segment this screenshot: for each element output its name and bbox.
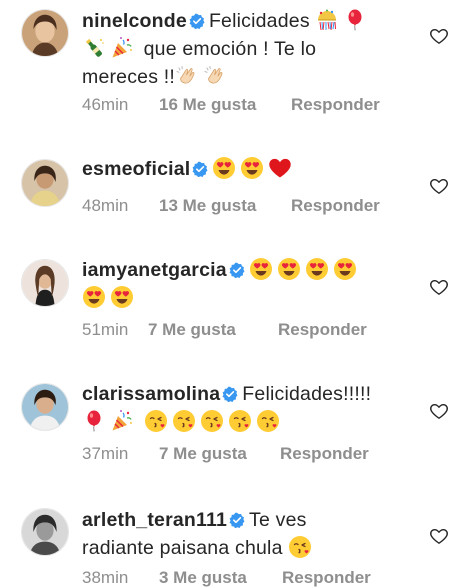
party-popper-emoji	[110, 409, 134, 433]
kissing-heart-emoji	[256, 409, 280, 433]
comment-body-text: mereces !!	[82, 66, 176, 88]
kissing-heart-emoji	[228, 409, 252, 433]
comment-text: esmeoficial	[82, 155, 407, 183]
comment-meta: 37min 7 Me gusta Responder	[82, 444, 369, 464]
comment-meta: 38min 3 Me gusta Responder	[82, 568, 371, 588]
heart-eyes-emoji	[249, 257, 273, 281]
comment-text: ninelconde Felicidades que emoción ! Te l…	[82, 7, 407, 91]
clapping-hands-emoji	[175, 64, 199, 88]
verified-icon	[189, 13, 205, 29]
likes-count[interactable]: 16 Me gusta	[159, 95, 291, 115]
heart-eyes-emoji	[240, 156, 264, 180]
comment-text: iamyanetgarcia	[82, 256, 407, 312]
heart-eyes-emoji	[333, 257, 357, 281]
comment-username[interactable]: iamyanetgarcia	[82, 259, 227, 281]
balloon-emoji	[82, 409, 106, 433]
reply-button[interactable]: Responder	[280, 444, 369, 464]
verified-icon	[222, 386, 238, 402]
heart-eyes-emoji	[82, 285, 106, 309]
comment-username[interactable]: ninelconde	[82, 10, 187, 32]
comment-username[interactable]: esmeoficial	[82, 158, 190, 180]
comment-body-text: que emoción ! Te lo	[143, 38, 317, 60]
like-heart-icon[interactable]	[429, 401, 449, 421]
reply-button[interactable]: Responder	[278, 320, 367, 340]
likes-count[interactable]: 3 Me gusta	[159, 568, 282, 588]
reply-button[interactable]: Responder	[282, 568, 371, 588]
likes-count[interactable]: 13 Me gusta	[159, 196, 291, 216]
party-popper-emoji	[110, 36, 134, 60]
comment-time: 48min	[82, 196, 129, 215]
avatar[interactable]	[21, 159, 69, 207]
like-heart-icon[interactable]	[429, 26, 449, 46]
comment-body-text: Felicidades!!!!!	[242, 383, 372, 405]
avatar[interactable]	[21, 508, 69, 556]
comment-time: 51min	[82, 320, 129, 339]
reply-button[interactable]: Responder	[291, 95, 380, 115]
comment-meta: 48min 13 Me gusta Responder	[82, 196, 380, 216]
kissing-heart-emoji	[172, 409, 196, 433]
verified-icon	[229, 512, 245, 528]
comment-time: 38min	[82, 568, 129, 587]
champagne-emoji	[82, 36, 106, 60]
comment-time: 37min	[82, 444, 129, 463]
heart-eyes-emoji	[110, 285, 134, 309]
comment-body-text: Felicidades	[208, 10, 310, 32]
like-heart-icon[interactable]	[429, 526, 449, 546]
avatar[interactable]	[21, 383, 69, 431]
like-heart-icon[interactable]	[429, 176, 449, 196]
kissing-heart-emoji	[200, 409, 224, 433]
heart-eyes-emoji	[277, 257, 301, 281]
verified-icon	[192, 161, 208, 177]
comment-body-text: Te ves	[249, 509, 307, 531]
comment-text: clarissamolina Felicidades!!!!!	[82, 380, 407, 436]
likes-count[interactable]: 7 Me gusta	[148, 320, 278, 340]
kissing-heart-emoji	[288, 535, 312, 559]
balloon-emoji	[343, 8, 367, 32]
clapping-hands-emoji	[203, 64, 227, 88]
likes-count[interactable]: 7 Me gusta	[159, 444, 280, 464]
reply-button[interactable]: Responder	[291, 196, 380, 216]
comment-meta: 51min 7 Me gusta Responder	[82, 320, 367, 340]
heart-eyes-emoji	[212, 156, 236, 180]
comment-body-text: radiante paisana chula	[82, 537, 283, 559]
verified-icon	[229, 262, 245, 278]
heart-eyes-emoji	[305, 257, 329, 281]
comment-meta: 46min 16 Me gusta Responder	[82, 95, 380, 115]
avatar[interactable]	[21, 9, 69, 57]
avatar[interactable]	[21, 259, 69, 307]
kissing-heart-emoji	[144, 409, 168, 433]
confetti-ball-emoji	[315, 8, 339, 32]
comment-time: 46min	[82, 95, 129, 114]
comment-username[interactable]: clarissamolina	[82, 383, 220, 405]
comment-username[interactable]: arleth_teran111	[82, 509, 227, 531]
comment-text: arleth_teran111 Te ves radiante paisana ch…	[82, 506, 407, 562]
red-heart-emoji	[268, 156, 292, 180]
like-heart-icon[interactable]	[429, 277, 449, 297]
